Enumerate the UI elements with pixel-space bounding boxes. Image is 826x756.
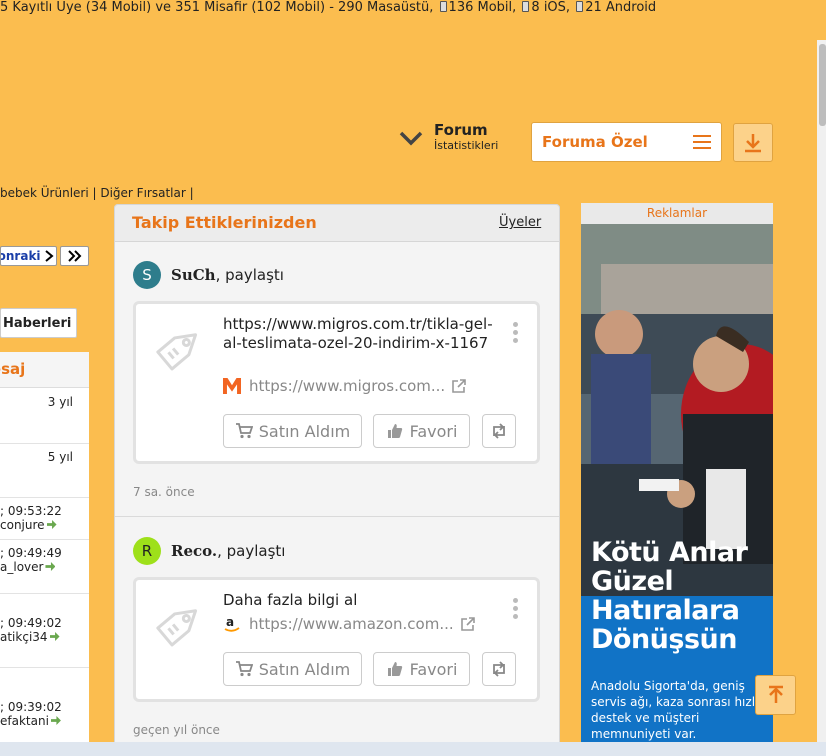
row-user[interactable]: atikçi34	[0, 630, 60, 644]
post-time: 7 sa. önce	[133, 485, 195, 499]
thumbs-up-icon	[387, 424, 402, 438]
following-panel-title: Takip Ettiklerinizden	[132, 213, 317, 232]
row-time: ; 09:53:22	[0, 504, 62, 518]
download-icon	[745, 133, 761, 152]
last-page-button[interactable]	[60, 246, 89, 266]
retweet-icon	[493, 661, 505, 677]
svg-text:a: a	[226, 615, 234, 629]
migros-logo-icon	[223, 378, 241, 394]
members-link[interactable]: Üyeler	[499, 215, 541, 230]
avatar[interactable]: R	[133, 537, 161, 565]
post-action: , paylaştı	[217, 542, 286, 560]
shared-text[interactable]: Daha fazla bilgi al	[223, 591, 503, 610]
ios-icon	[522, 1, 530, 12]
price-tag-icon	[156, 609, 198, 647]
favorite-button[interactable]: Favori	[373, 414, 470, 448]
source-link[interactable]: https://www.migros.com...	[223, 377, 467, 395]
amazon-logo-icon: a	[224, 615, 240, 632]
online-summary: 5 Kayıtlı Üye (34 Mobil) ve 351 Misafir …	[0, 0, 434, 15]
ad-headline-2: Hatıralara Dönüşsün	[591, 595, 740, 655]
post-action: , paylaştı	[215, 266, 284, 284]
go-arrow-icon	[46, 520, 57, 529]
ad-headline-1: Kötü Anlar Güzel	[591, 537, 748, 597]
table-row[interactable]: 5 yıl	[0, 444, 89, 498]
ad-body: Anadolu Sigorta'da, geniş servis ağı, ka…	[591, 679, 759, 741]
forum-stats-toggle[interactable]: Forum İstatistikleri	[398, 122, 498, 153]
post-author: R Reco., paylaştı	[133, 537, 285, 565]
table-row[interactable]: ; 09:53:22 conjure	[0, 498, 89, 540]
go-arrow-icon	[49, 632, 60, 641]
row-user[interactable]: conjure	[0, 518, 57, 532]
row-time: ; 09:49:02	[0, 616, 62, 630]
post-author: S SuCh, paylaştı	[133, 261, 284, 289]
android-icon	[576, 1, 584, 12]
chevron-right-icon	[44, 250, 54, 262]
taskbar	[0, 742, 826, 756]
next-label: Sonraki	[1, 249, 41, 263]
forum-stats-subtitle: İstatistikleri	[434, 139, 499, 152]
shared-link-card[interactable]: Daha fazla bilgi al a https://www.amazon…	[133, 577, 540, 702]
more-options-icon[interactable]	[513, 322, 518, 343]
table-row[interactable]: 3 yıl	[0, 389, 89, 444]
row-age: 5 yıl	[47, 450, 73, 464]
news-button[interactable]: Haberleri	[0, 308, 77, 338]
advertisement-banner[interactable]: Kötü Anlar Güzel Hatıralara Dönüşsün Ana…	[581, 224, 773, 756]
table-row[interactable]: ; 09:39:02 efaktani	[0, 694, 89, 742]
bought-button[interactable]: Satın Aldım	[223, 414, 362, 448]
chevron-down-icon	[399, 131, 423, 145]
online-users-line: 5 Kayıtlı Üye (34 Mobil) ve 351 Misafir …	[0, 0, 656, 15]
scrollbar-thumb[interactable]	[819, 44, 826, 126]
android-count: 21 Android	[585, 0, 657, 15]
external-link-icon	[460, 617, 475, 631]
thumbs-up-icon	[387, 662, 402, 676]
mobile-icon	[439, 1, 447, 12]
cart-icon	[235, 423, 253, 439]
double-chevron-right-icon	[67, 250, 81, 262]
more-options-icon[interactable]	[513, 598, 518, 619]
bought-button[interactable]: Satın Aldım	[223, 652, 362, 686]
back-to-top-button[interactable]	[755, 675, 796, 715]
go-arrow-icon	[45, 562, 56, 571]
row-user[interactable]: a_lover	[0, 560, 56, 574]
news-label: Haberleri	[3, 315, 72, 331]
shared-url[interactable]: https://www.migros.com.tr/tikla-gel-al-t…	[223, 315, 503, 353]
next-page-button[interactable]: Sonraki	[0, 246, 57, 266]
shared-link-card[interactable]: https://www.migros.com.tr/tikla-gel-al-t…	[133, 301, 540, 464]
table-row[interactable]: ; 09:49:49 a_lover	[0, 540, 89, 594]
row-time: ; 09:39:02	[0, 700, 62, 714]
scrollbar-track[interactable]	[817, 40, 826, 756]
arrow-up-icon	[768, 685, 783, 703]
share-button[interactable]	[482, 652, 516, 686]
table-row[interactable]: ; 09:49:02 atikçi34	[0, 610, 89, 668]
source-link[interactable]: a https://www.amazon.com...	[223, 615, 476, 633]
forum-menu-label: Foruma Özel	[542, 133, 648, 151]
divider	[115, 516, 559, 517]
forum-stats-title: Forum	[434, 121, 488, 139]
price-tag-icon	[156, 333, 198, 371]
post-time: geçen yıl önce	[133, 723, 220, 737]
ios-count: 8 iOS,	[531, 0, 571, 15]
avatar[interactable]: S	[133, 261, 161, 289]
retweet-icon	[493, 423, 505, 439]
thread-table-header: Mesaj	[0, 352, 89, 388]
row-time: ; 09:49:49	[0, 546, 62, 560]
category-links[interactable]: bebek Ürünleri | Diğer Fırsatlar |	[0, 186, 194, 200]
cart-icon	[235, 661, 253, 677]
download-button[interactable]	[733, 123, 773, 162]
hamburger-icon	[693, 135, 711, 149]
row-user[interactable]: efaktani	[0, 714, 61, 728]
forum-menu-button[interactable]: Foruma Özel	[531, 122, 722, 162]
share-button[interactable]	[482, 414, 516, 448]
go-arrow-icon	[50, 716, 61, 725]
external-link-icon	[452, 379, 467, 393]
favorite-button[interactable]: Favori	[373, 652, 470, 686]
username[interactable]: SuCh	[171, 266, 216, 284]
ads-label: Reklamlar	[581, 203, 773, 224]
mobile-count: 136 Mobil,	[448, 0, 517, 15]
username[interactable]: Reco.	[171, 542, 217, 560]
row-age: 3 yıl	[47, 395, 73, 409]
